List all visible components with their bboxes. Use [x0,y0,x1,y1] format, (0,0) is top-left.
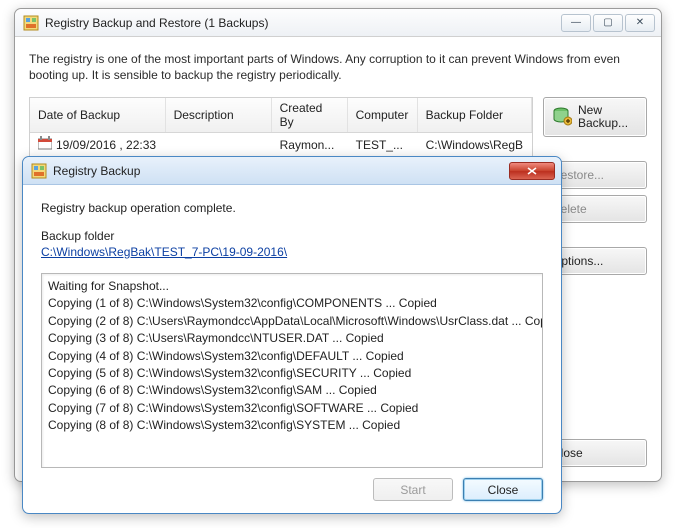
col-date[interactable]: Date of Backup [30,98,165,133]
modal-titlebar[interactable]: Registry Backup [23,157,561,185]
row-icon [38,136,52,153]
col-computer[interactable]: Computer [347,98,417,133]
cell-date: 19/09/2016 , 22:33 [56,138,156,152]
cell-desc [165,133,271,157]
col-by[interactable]: Created By [271,98,347,133]
modal-title: Registry Backup [53,164,509,178]
app-icon [23,15,39,31]
log-output[interactable]: Waiting for Snapshot... Copying (1 of 8)… [41,273,543,468]
modal-window: Registry Backup Registry backup operatio… [22,156,562,514]
col-desc[interactable]: Description [165,98,271,133]
folder-label: Backup folder [41,229,543,243]
log-line: Copying (2 of 8) C:\Users\Raymondcc\AppD… [48,313,536,330]
main-title: Registry Backup and Restore (1 Backups) [45,16,561,30]
modal-window-close-button[interactable] [509,162,555,180]
new-backup-button[interactable]: New Backup... [543,97,647,137]
database-plus-icon [552,106,572,129]
maximize-button[interactable]: ▢ [593,14,623,32]
log-line: Copying (1 of 8) C:\Windows\System32\con… [48,295,536,312]
cell-computer: TEST_... [347,133,417,157]
log-line: Copying (5 of 8) C:\Windows\System32\con… [48,365,536,382]
info-text: The registry is one of the most importan… [29,51,647,83]
log-line: Copying (7 of 8) C:\Windows\System32\con… [48,400,536,417]
col-folder[interactable]: Backup Folder [417,98,531,133]
status-text: Registry backup operation complete. [41,201,543,215]
log-line: Copying (8 of 8) C:\Windows\System32\con… [48,417,536,434]
log-line: Copying (6 of 8) C:\Windows\System32\con… [48,382,536,399]
cell-folder: C:\Windows\RegB [417,133,531,157]
table-row[interactable]: 19/09/2016 , 22:33 Raymon... TEST_... C:… [30,133,532,157]
app-icon [31,163,47,179]
new-backup-label: New Backup... [578,104,638,130]
main-titlebar[interactable]: Registry Backup and Restore (1 Backups) … [15,9,661,37]
folder-link[interactable]: C:\Windows\RegBak\TEST_7-PC\19-09-2016\ [41,245,543,259]
minimize-button[interactable]: — [561,14,591,32]
log-line: Waiting for Snapshot... [48,278,536,295]
log-line: Copying (3 of 8) C:\Users\Raymondcc\NTUS… [48,330,536,347]
modal-close-button[interactable]: Close [463,478,543,501]
log-line: Copying (4 of 8) C:\Windows\System32\con… [48,348,536,365]
table-header-row: Date of Backup Description Created By Co… [30,98,532,133]
start-button: Start [373,478,453,501]
window-close-button[interactable]: ✕ [625,14,655,32]
cell-by: Raymon... [271,133,347,157]
